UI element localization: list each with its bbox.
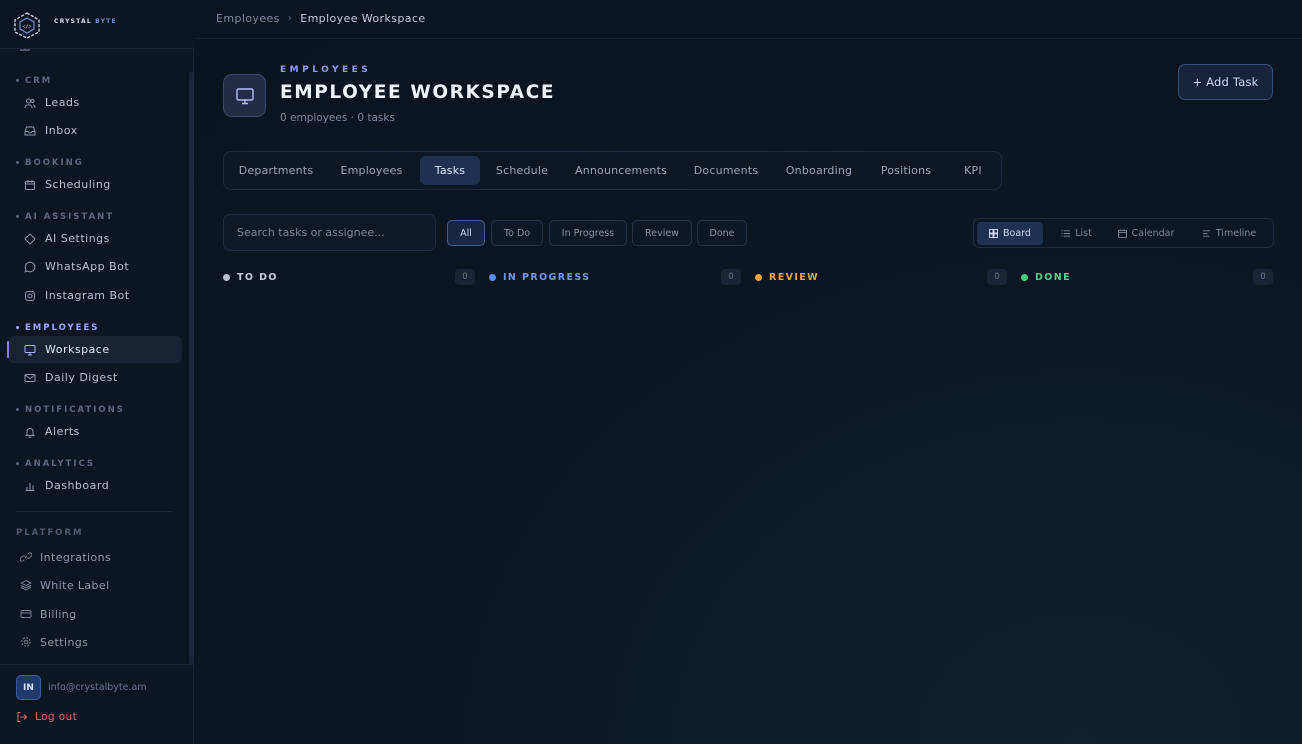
column-review-header: REVIEW — [755, 268, 819, 286]
users-icon — [24, 98, 36, 108]
status-dot — [755, 273, 762, 281]
logout-button[interactable]: Log out — [16, 711, 77, 723]
column-done-count: 0 — [1253, 269, 1273, 285]
user-block: IN info@crystalbyte.am Log out — [0, 664, 194, 744]
section-label-employees: EMPLOYEES — [16, 323, 99, 333]
tab-positions[interactable]: Positions — [870, 156, 942, 185]
sidebar-item-inbox[interactable]: Inbox — [8, 117, 182, 144]
view-list[interactable]: List — [1049, 222, 1104, 245]
avatar[interactable]: IN — [16, 675, 41, 700]
main-content: EMPLOYEES EMPLOYEE WORKSPACE 0 employees… — [195, 40, 1302, 744]
section-label-analytics: ANALYTICS — [16, 459, 95, 469]
search-input[interactable] — [223, 214, 436, 251]
section-label-ai-assistant: AI ASSISTANT — [16, 212, 114, 222]
status-dot — [1021, 273, 1028, 281]
section-label-notifications: NOTIFICATIONS — [16, 405, 125, 415]
column-review-count: 0 — [987, 269, 1007, 285]
filter-to-do[interactable]: To Do — [491, 220, 543, 246]
column-in-progress-count: 0 — [721, 269, 741, 285]
svg-text:</>: </> — [22, 24, 31, 30]
bell-icon — [24, 427, 36, 438]
bar-chart-icon — [25, 482, 35, 491]
column-to-do-count: 0 — [455, 269, 475, 285]
diamond-icon — [24, 232, 36, 245]
sidebar-item-daily-digest[interactable]: Daily Digest — [8, 364, 182, 391]
status-dot — [489, 273, 496, 281]
sidebar-item-white-label[interactable]: White Label — [20, 575, 110, 595]
breadcrumb-separator: › — [287, 13, 293, 24]
sidebar-item-billing[interactable]: Billing — [20, 604, 77, 624]
mail-icon — [24, 373, 36, 382]
sidebar: Dashboard </> CRYSTAL BYTE CRM Leads Inb… — [0, 0, 194, 744]
column-to-do-header: TO DO — [223, 268, 278, 286]
calendar-icon — [1117, 229, 1127, 238]
view-switcher: Board List Calendar Timeline — [973, 218, 1274, 248]
tab-announcements[interactable]: Announcements — [566, 156, 676, 185]
sidebar-divider — [16, 511, 172, 512]
tab-departments[interactable]: Departments — [228, 156, 324, 185]
whatsapp-icon — [24, 261, 36, 273]
sidebar-item-scheduling[interactable]: Scheduling — [8, 171, 182, 198]
tab-onboarding[interactable]: Onboarding — [776, 156, 862, 185]
sidebar-scrollbar[interactable] — [189, 72, 194, 664]
logout-icon — [17, 712, 28, 722]
user-email: info@crystalbyte.am — [48, 682, 147, 693]
view-board[interactable]: Board — [977, 222, 1043, 245]
timeline-icon — [1202, 230, 1210, 237]
link-icon — [20, 552, 32, 562]
sidebar-item-whatsapp-bot[interactable]: WhatsApp Bot — [8, 253, 182, 280]
credit-card-icon — [20, 610, 32, 618]
calendar-icon — [25, 179, 35, 190]
board-icon — [989, 229, 999, 238]
sidebar-item-leads[interactable]: Leads — [8, 89, 182, 116]
sidebar-item-instagram-bot[interactable]: Instagram Bot — [8, 282, 182, 309]
page-eyebrow: EMPLOYEES — [280, 65, 372, 75]
topbar: Employees › Employee Workspace — [195, 0, 1302, 39]
add-task-button[interactable]: + Add Task — [1178, 64, 1273, 100]
status-dot — [223, 273, 230, 281]
column-done-header: DONE — [1021, 268, 1071, 286]
layers-icon — [20, 579, 32, 591]
tab-employees[interactable]: Employees — [330, 156, 413, 185]
filter-done[interactable]: Done — [697, 220, 747, 246]
page-title: EMPLOYEE WORKSPACE — [280, 82, 556, 103]
sidebar-item-dashboard[interactable]: Dashboard — [8, 472, 182, 499]
logo-bar: </> CRYSTAL BYTE — [0, 0, 194, 49]
column-in-progress-header: IN PROGRESS — [489, 268, 590, 286]
instagram-icon — [25, 290, 35, 301]
section-label-platform: PLATFORM — [16, 528, 84, 538]
inbox-icon — [24, 126, 36, 135]
breadcrumb-employees[interactable]: Employees — [216, 12, 280, 25]
monitor-icon — [24, 344, 36, 355]
breadcrumb: Employees › Employee Workspace — [216, 12, 426, 25]
filter-review[interactable]: Review — [632, 220, 692, 246]
tab-schedule[interactable]: Schedule — [486, 156, 558, 185]
section-label-crm: CRM — [16, 76, 52, 86]
gear-icon — [21, 637, 31, 647]
sidebar-item-integrations[interactable]: Integrations — [20, 547, 111, 567]
tab-kpi[interactable]: KPI — [950, 156, 996, 185]
sidebar-item-alerts[interactable]: Alerts — [8, 418, 182, 445]
breadcrumb-current: Employee Workspace — [300, 12, 426, 25]
sidebar-item-workspace[interactable]: Workspace — [7, 336, 182, 363]
workspace-hero-icon — [223, 74, 266, 117]
view-calendar[interactable]: Calendar — [1110, 222, 1182, 245]
page-subtitle: 0 employees · 0 tasks — [280, 112, 395, 124]
filter-in-progress[interactable]: In Progress — [549, 220, 627, 246]
monitor-icon — [235, 87, 254, 104]
tab-bar: Departments Employees Tasks Schedule Ann… — [223, 151, 1002, 190]
sidebar-item-ai-settings[interactable]: AI Settings — [8, 225, 182, 252]
tab-documents[interactable]: Documents — [684, 156, 768, 185]
section-label-booking: BOOKING — [16, 158, 84, 168]
list-icon — [1061, 230, 1071, 237]
brand-name: CRYSTAL BYTE — [54, 18, 117, 25]
crystal-logo-icon[interactable]: </> — [12, 11, 42, 39]
sidebar-item-settings[interactable]: Settings — [20, 632, 88, 652]
filter-all[interactable]: All — [447, 220, 485, 246]
tab-tasks[interactable]: Tasks — [420, 156, 480, 185]
view-timeline[interactable]: Timeline — [1190, 222, 1268, 245]
